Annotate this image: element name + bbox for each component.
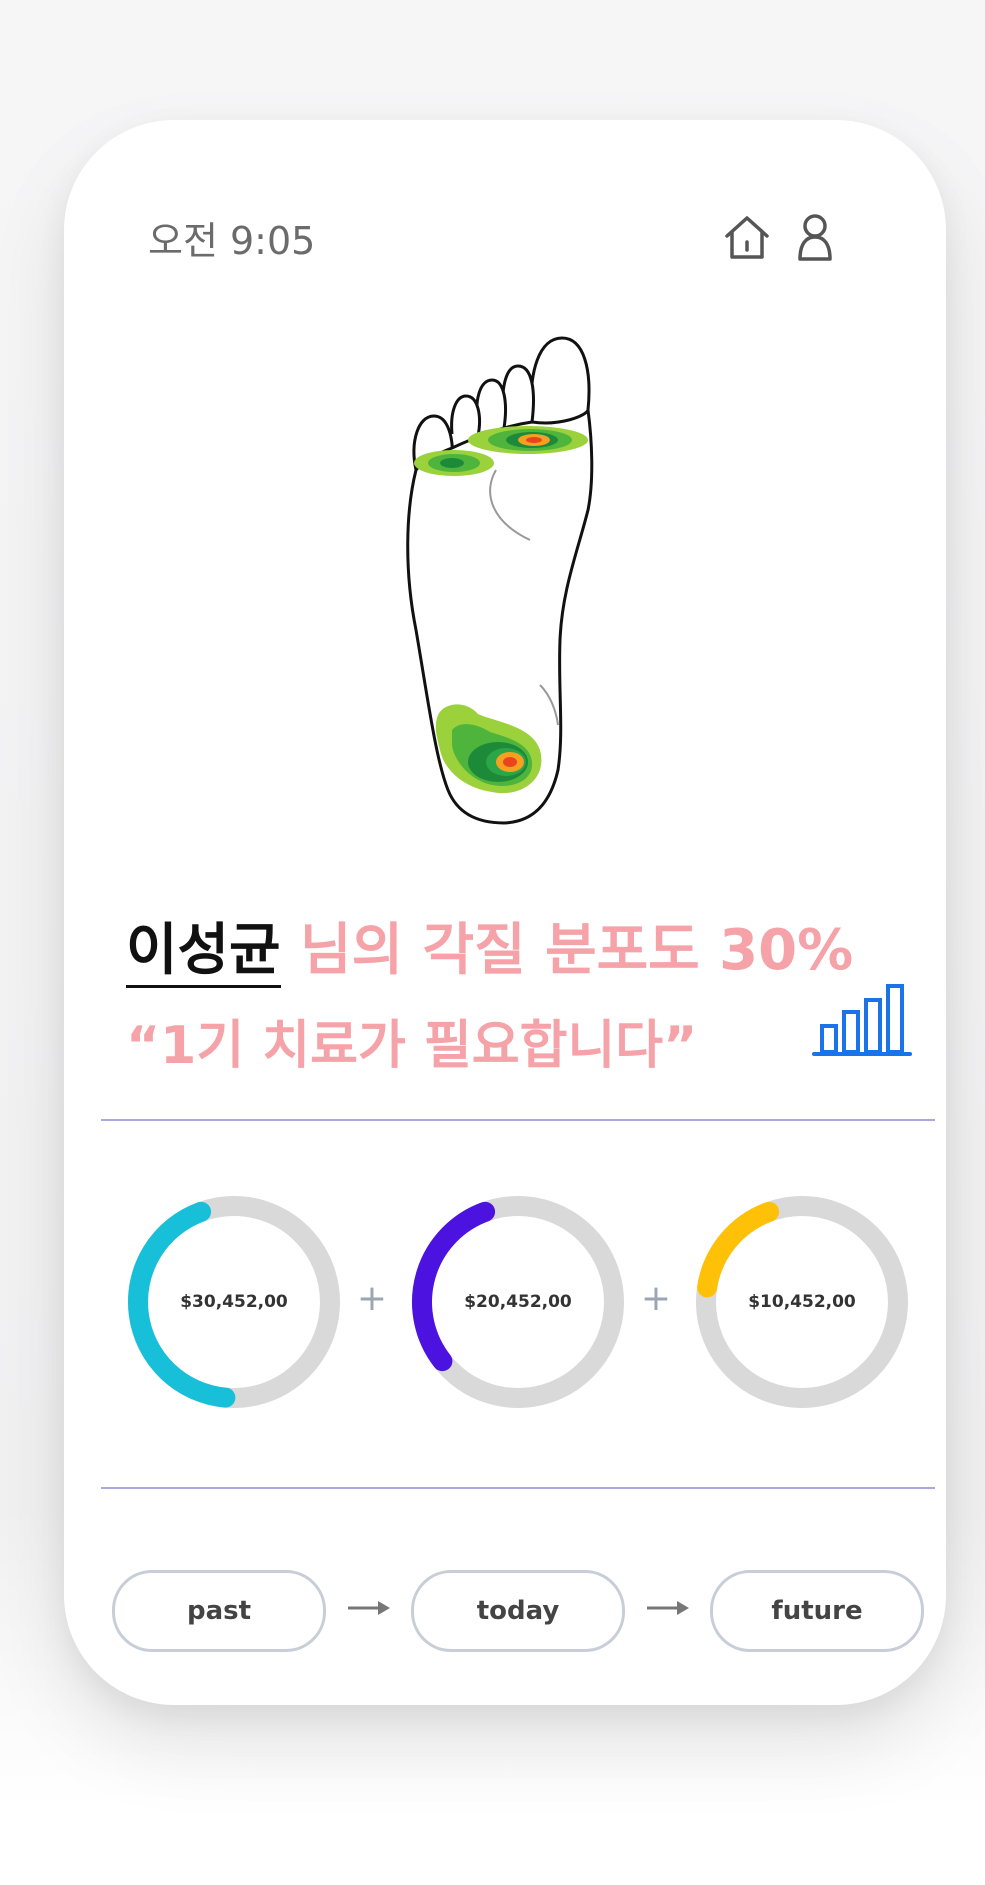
past-button[interactable]: past (112, 1570, 326, 1652)
plus-sign: + (356, 1278, 388, 1319)
plus-sign: + (640, 1278, 672, 1319)
ring-value: $30,452,00 (180, 1292, 288, 1312)
future-button[interactable]: future (710, 1570, 924, 1652)
divider-bottom (101, 1487, 935, 1489)
user-name[interactable]: 이성균 (126, 918, 281, 988)
ring-value: $20,452,00 (464, 1292, 572, 1312)
status-time: 오전 9:05 (148, 219, 316, 263)
screen-background: 오전 9:05 이성균 님의 각질 분포도 30% “1기 치료가 필요합니다”… (0, 0, 985, 1885)
foot-heatmap-illustration (400, 330, 600, 830)
bar-chart-icon[interactable] (812, 980, 912, 1060)
arrow-right-icon (346, 1595, 392, 1621)
today-button[interactable]: today (411, 1570, 625, 1652)
user-icon[interactable] (788, 210, 842, 264)
divider-top (101, 1119, 935, 1121)
distribution-text: 님의 각질 분포도 30% (280, 918, 854, 983)
ring-chart-2: $20,452,00 (408, 1192, 628, 1412)
arrow-right-icon (645, 1595, 691, 1621)
ring-value: $10,452,00 (748, 1292, 856, 1312)
home-icon[interactable] (720, 210, 774, 264)
recommendation-text: “1기 치료가 필요합니다” (126, 1016, 698, 1076)
ring-chart-1: $30,452,00 (124, 1192, 344, 1412)
ring-chart-3: $10,452,00 (692, 1192, 912, 1412)
result-headline: 이성균 님의 각질 분포도 30% (126, 905, 854, 988)
